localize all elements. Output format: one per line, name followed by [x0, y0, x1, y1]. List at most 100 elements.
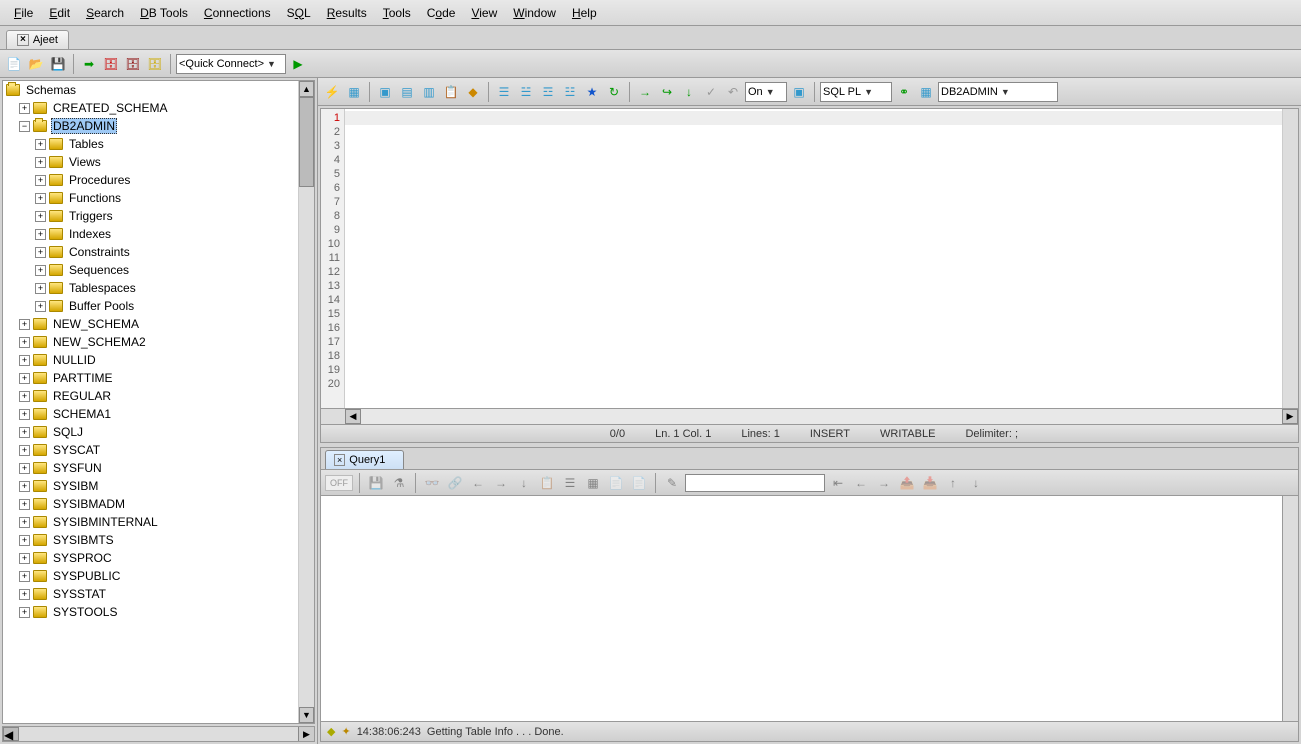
- prev-icon[interactable]: ←: [851, 473, 871, 493]
- db-dark-icon[interactable]: 🗄: [123, 54, 143, 74]
- expand-icon[interactable]: +: [35, 139, 46, 150]
- exec-icon[interactable]: ▣: [375, 82, 395, 102]
- expand-icon[interactable]: +: [35, 247, 46, 258]
- check-icon[interactable]: ✓: [701, 82, 721, 102]
- menu-edit[interactable]: Edit: [41, 2, 78, 24]
- down2-icon[interactable]: ↓: [966, 473, 986, 493]
- link2-icon[interactable]: 🔗: [445, 473, 465, 493]
- tree-item[interactable]: +SYSTOOLS: [3, 603, 314, 621]
- close-icon[interactable]: ×: [334, 454, 345, 466]
- db-yellow-icon[interactable]: 🗄: [145, 54, 165, 74]
- expand-icon[interactable]: +: [35, 211, 46, 222]
- doc2-icon[interactable]: 📄: [629, 473, 649, 493]
- filter-icon[interactable]: ⚗: [389, 473, 409, 493]
- expand-icon[interactable]: +: [19, 607, 30, 618]
- tree-item[interactable]: +Sequences: [3, 261, 314, 279]
- fwd-icon[interactable]: →: [491, 473, 511, 493]
- next-icon[interactable]: →: [874, 473, 894, 493]
- tree-item[interactable]: +REGULAR: [3, 387, 314, 405]
- tree-item[interactable]: +Procedures: [3, 171, 314, 189]
- down-icon[interactable]: ↓: [514, 473, 534, 493]
- open-folder-icon[interactable]: 📂: [26, 54, 46, 74]
- format2-icon[interactable]: ☱: [516, 82, 536, 102]
- sidebar-hscroll[interactable]: ◀ ▶: [2, 726, 315, 742]
- expand-icon[interactable]: +: [19, 355, 30, 366]
- tree-item[interactable]: +NEW_SCHEMA: [3, 315, 314, 333]
- sql-editor[interactable]: 1234567891011121314151617181920: [321, 109, 1298, 408]
- connection-tab-ajeet[interactable]: × Ajeet: [6, 30, 69, 49]
- scroll-up-icon[interactable]: ▲: [299, 81, 314, 97]
- expand-icon[interactable]: +: [19, 517, 30, 528]
- quick-connect-combo[interactable]: <Quick Connect>▼: [176, 54, 286, 74]
- tree-item[interactable]: +SQLJ: [3, 423, 314, 441]
- expand-icon[interactable]: +: [19, 445, 30, 456]
- expand-icon[interactable]: +: [35, 301, 46, 312]
- format3-icon[interactable]: ☲: [538, 82, 558, 102]
- tree-scrollbar[interactable]: ▲ ▼: [298, 81, 314, 723]
- expand-icon[interactable]: +: [19, 481, 30, 492]
- arrow-redo-icon[interactable]: ↪: [657, 82, 677, 102]
- tree-root[interactable]: Schemas: [3, 81, 314, 99]
- tree-item[interactable]: +NEW_SCHEMA2: [3, 333, 314, 351]
- tree-item[interactable]: +SYSPUBLIC: [3, 567, 314, 585]
- tree-item[interactable]: +Constraints: [3, 243, 314, 261]
- exec3-icon[interactable]: ▥: [419, 82, 439, 102]
- tree-item[interactable]: +SYSIBM: [3, 477, 314, 495]
- up2-icon[interactable]: ↑: [943, 473, 963, 493]
- menu-results[interactable]: Results: [319, 2, 375, 24]
- arrow-right-icon[interactable]: →: [635, 82, 655, 102]
- star-icon[interactable]: ★: [582, 82, 602, 102]
- menu-search[interactable]: Search: [78, 2, 132, 24]
- expand-icon[interactable]: +: [19, 103, 30, 114]
- results-tab-query1[interactable]: × Query1: [325, 450, 404, 469]
- results-search-input[interactable]: [685, 474, 825, 492]
- expand-icon[interactable]: +: [19, 337, 30, 348]
- menu-sql[interactable]: SQL: [279, 2, 319, 24]
- copy-icon[interactable]: 📋: [441, 82, 461, 102]
- schema-combo[interactable]: DB2ADMIN▼: [938, 82, 1058, 102]
- tree-item[interactable]: +NULLID: [3, 351, 314, 369]
- scroll-right-icon[interactable]: ▶: [1282, 409, 1298, 424]
- menu-window[interactable]: Window: [505, 2, 564, 24]
- on-combo[interactable]: On▼: [745, 82, 787, 102]
- export-icon[interactable]: 📤: [897, 473, 917, 493]
- expand-icon[interactable]: +: [35, 175, 46, 186]
- exec2-icon[interactable]: ▤: [397, 82, 417, 102]
- new-file-icon[interactable]: 📄: [4, 54, 24, 74]
- tree-item[interactable]: +SYSIBMTS: [3, 531, 314, 549]
- tree-item[interactable]: +Triggers: [3, 207, 314, 225]
- editor-vscroll[interactable]: [1282, 109, 1298, 408]
- menu-connections[interactable]: Connections: [196, 2, 279, 24]
- tree-item[interactable]: +SYSIBMINTERNAL: [3, 513, 314, 531]
- expand-icon[interactable]: +: [19, 463, 30, 474]
- tree-item[interactable]: +SYSCAT: [3, 441, 314, 459]
- editor-hscroll[interactable]: ◀ ▶: [321, 408, 1298, 424]
- list-icon[interactable]: ☰: [560, 473, 580, 493]
- tree-item[interactable]: +Tables: [3, 135, 314, 153]
- scroll-down-icon[interactable]: ▼: [299, 707, 314, 723]
- menu-help[interactable]: Help: [564, 2, 605, 24]
- tree-item[interactable]: +Indexes: [3, 225, 314, 243]
- sqlpl-combo[interactable]: SQL PL▼: [820, 82, 892, 102]
- back-icon[interactable]: ←: [468, 473, 488, 493]
- scroll-left-icon[interactable]: ◀: [3, 727, 19, 741]
- expand-icon[interactable]: +: [35, 283, 46, 294]
- menu-view[interactable]: View: [463, 2, 505, 24]
- glasses-icon[interactable]: 👓: [422, 473, 442, 493]
- expand-icon[interactable]: +: [19, 535, 30, 546]
- arrow-down-icon[interactable]: ↓: [679, 82, 699, 102]
- paste-icon[interactable]: ◆: [463, 82, 483, 102]
- tree-item[interactable]: +Functions: [3, 189, 314, 207]
- doc1-icon[interactable]: 📄: [606, 473, 626, 493]
- expand-icon[interactable]: +: [35, 193, 46, 204]
- menu-tools[interactable]: Tools: [375, 2, 419, 24]
- menu-dbtools[interactable]: DB Tools: [132, 2, 196, 24]
- tree-item[interactable]: +SYSSTAT: [3, 585, 314, 603]
- expand-icon[interactable]: +: [19, 391, 30, 402]
- import-icon[interactable]: 📥: [920, 473, 940, 493]
- expand-icon[interactable]: +: [35, 157, 46, 168]
- grid-icon[interactable]: ▦: [344, 82, 364, 102]
- copy2-icon[interactable]: 📋: [537, 473, 557, 493]
- save-icon[interactable]: 💾: [366, 473, 386, 493]
- tree-item[interactable]: +SCHEMA1: [3, 405, 314, 423]
